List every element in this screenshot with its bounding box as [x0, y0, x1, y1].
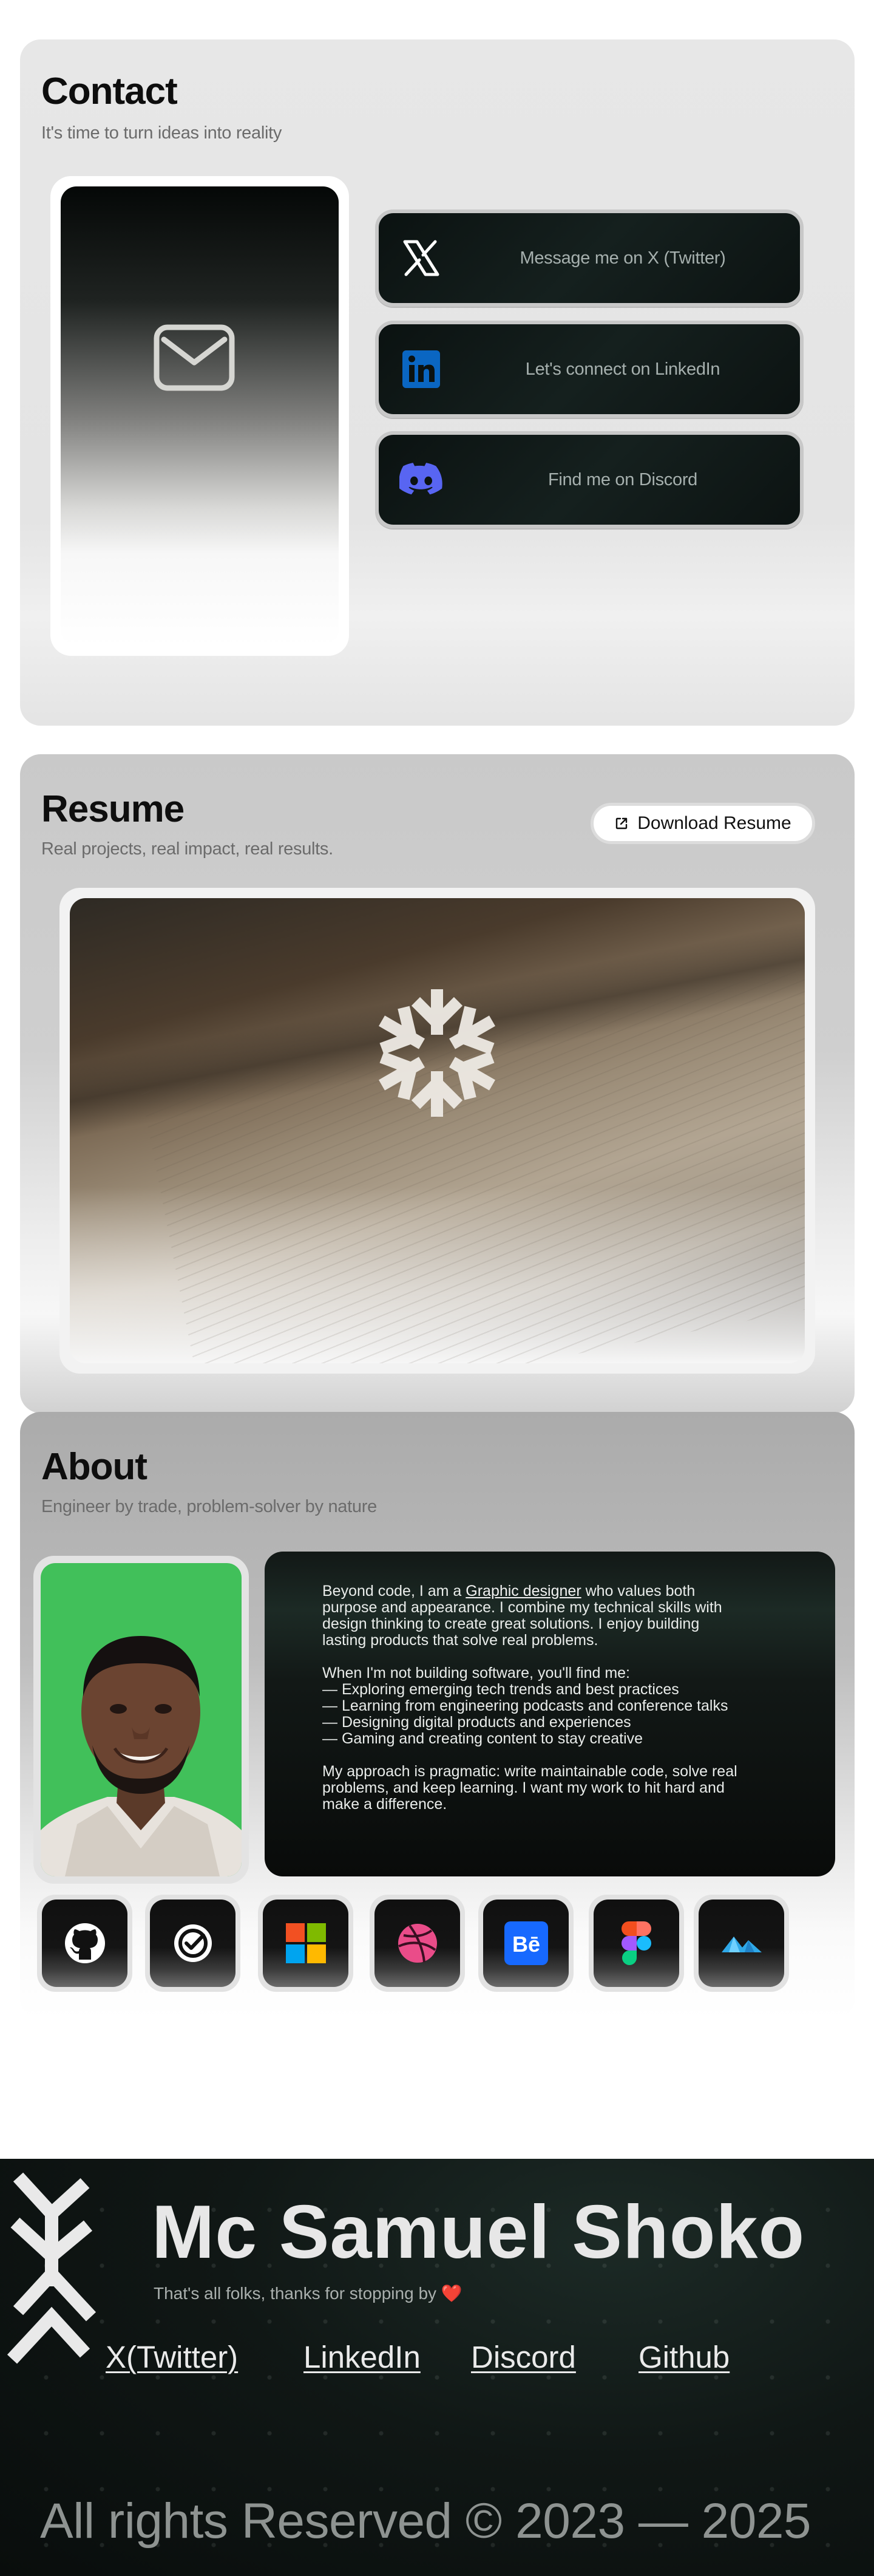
download-resume-button[interactable]: Download Resume [591, 803, 815, 844]
about-title: About [41, 1446, 147, 1488]
contact-discord-label: Find me on Discord [547, 469, 698, 489]
about-bio-card: Beyond code, I am a Graphic designer who… [265, 1552, 835, 1876]
x-twitter-icon [399, 236, 443, 280]
profile-photo [41, 1563, 242, 1876]
footer-thanks-text: That's all folks, thanks for stopping by [154, 2284, 437, 2303]
resume-title: Resume [41, 788, 185, 830]
profile-photo-card [33, 1556, 249, 1884]
discord-icon [399, 458, 443, 502]
behance-icon-tile[interactable]: Bē [478, 1895, 574, 1992]
resume-section: Resume Real projects, real impact, real … [20, 754, 855, 1413]
contact-discord-button[interactable]: Find me on Discord [375, 431, 804, 528]
about-paragraph-2: When I'm not building software, you'll f… [322, 1665, 744, 1747]
dribbble-icon-tile[interactable] [370, 1895, 465, 1992]
ticktick-icon [174, 1924, 212, 1962]
footer-link-twitter[interactable]: X(Twitter) [106, 2339, 238, 2375]
github-icon-tile[interactable] [37, 1895, 132, 1992]
site-logo-icon [7, 2172, 97, 2364]
hobby-item: — Designing digital products and experie… [322, 1714, 631, 1731]
contact-section: Contact It's time to turn ideas into rea… [20, 39, 855, 726]
figma-icon [621, 1921, 651, 1965]
about-p1-before: Beyond code, I am a [322, 1583, 466, 1600]
snowflake-logo-icon [379, 989, 495, 1117]
mail-icon [154, 324, 235, 391]
heart-icon: ❤️ [441, 2284, 462, 2303]
hobby-item: — Learning from engineering podcasts and… [322, 1697, 728, 1714]
resume-preview-card[interactable] [59, 888, 815, 1374]
mountain-logo-icon-tile[interactable] [694, 1895, 789, 1992]
linkedin-icon [399, 347, 443, 391]
contact-linkedin-button[interactable]: Let's connect on LinkedIn [375, 321, 804, 418]
resume-subtitle: Real projects, real impact, real results… [41, 839, 333, 859]
behance-icon: Bē [504, 1921, 548, 1965]
footer-link-github[interactable]: Github [639, 2339, 730, 2375]
footer-links: X(Twitter) LinkedIn Discord Github [0, 2339, 874, 2382]
contact-x-button[interactable]: Message me on X (Twitter) [375, 210, 804, 307]
contact-title: Contact [41, 70, 178, 112]
github-icon [64, 1923, 105, 1963]
ticktick-icon-tile[interactable] [145, 1895, 240, 1992]
footer: Mc Samuel Shoko That's all folks, thanks… [0, 2159, 874, 2576]
hobby-item: — Gaming and creating content to stay cr… [322, 1730, 643, 1747]
microsoft-icon [285, 1923, 326, 1963]
figma-icon-tile[interactable] [589, 1895, 684, 1992]
footer-link-linkedin[interactable]: LinkedIn [303, 2339, 421, 2375]
graphic-designer-link[interactable]: Graphic designer [466, 1583, 581, 1600]
download-resume-label: Download Resume [637, 813, 791, 833]
microsoft-icon-tile[interactable] [258, 1895, 353, 1992]
contact-subtitle: It's time to turn ideas into reality [41, 123, 282, 143]
mail-card-visual [61, 186, 339, 646]
about-paragraph-3: My approach is pragmatic: write maintain… [322, 1763, 737, 1813]
about-section: About Engineer by trade, problem-solver … [20, 1412, 855, 2019]
footer-copyright: All rights Reserved © 2023 — 2025 [40, 2493, 811, 2549]
dribbble-icon [398, 1924, 437, 1963]
svg-text:Bē: Bē [512, 1932, 540, 1957]
about-subtitle: Engineer by trade, problem-solver by nat… [41, 1497, 377, 1516]
footer-name: Mc Samuel Shoko [152, 2190, 805, 2274]
mountain-logo-icon [721, 1937, 762, 1952]
about-p2-intro: When I'm not building software, you'll f… [322, 1665, 631, 1682]
resume-preview-image [70, 898, 805, 1363]
contact-x-label: Message me on X (Twitter) [520, 248, 726, 268]
about-paragraph-1: Beyond code, I am a Graphic designer who… [322, 1583, 744, 1649]
footer-link-discord[interactable]: Discord [471, 2339, 576, 2375]
mail-card[interactable] [50, 176, 349, 656]
footer-thanks: That's all folks, thanks for stopping by… [154, 2283, 462, 2303]
external-link-icon [616, 817, 628, 830]
hobby-item: — Exploring emerging tech trends and bes… [322, 1681, 679, 1698]
contact-linkedin-label: Let's connect on LinkedIn [525, 359, 720, 379]
